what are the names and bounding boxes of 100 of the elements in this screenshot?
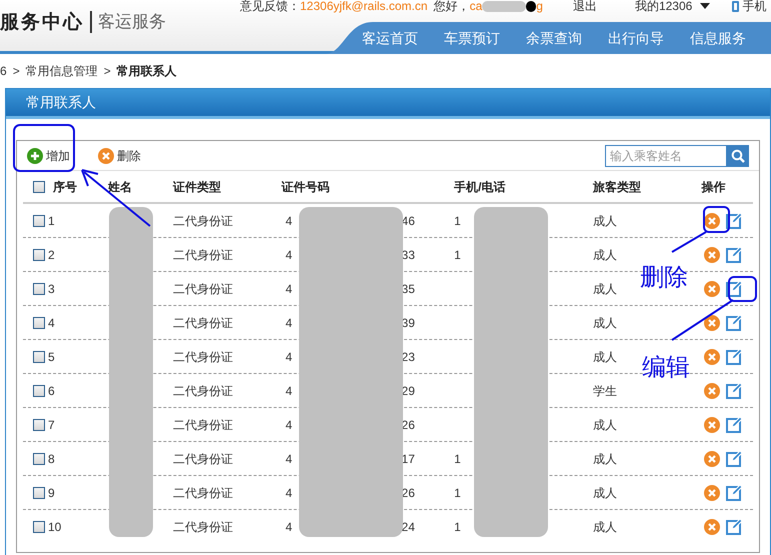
leader-line [672,231,706,253]
table-cell: 1 [454,520,461,534]
table-cell-text: 4 [284,314,294,332]
greeting-text: 您好， [434,0,470,15]
table-cell: 二代身份证 [173,384,234,398]
edit-icon [726,484,742,500]
search-button[interactable] [727,144,749,166]
edit-icon [726,519,742,535]
table-cell-text: 1 [48,212,55,230]
checkbox[interactable] [33,384,45,396]
leader-line [671,299,734,341]
edit-row-button[interactable] [726,212,742,228]
column-header: 证件类型 [173,178,222,196]
breadcrumb-link[interactable]: 常用信息管理 [26,62,98,80]
table-cell: 1 [454,214,461,228]
close-circle-icon [98,148,114,164]
table-cell: 二代身份证 [173,452,234,466]
checkbox[interactable] [33,214,45,226]
table-cell: 二代身份证 [173,282,234,296]
table-cell: 成人 [593,282,618,296]
table-cell-text: 6 [48,382,55,400]
checkbox[interactable] [33,521,45,533]
column-header: 姓名 [108,178,132,196]
edit-row-button[interactable] [726,280,742,296]
table-cell-text: 4 [284,382,294,400]
column-header: 证件号码 [282,178,330,196]
table-cell-text: 4 [284,450,294,468]
arrow-annotation [81,169,151,227]
close-circle-icon [704,382,720,398]
table-cell: 学生 [593,384,618,398]
breadcrumb-link[interactable]: 6 [0,62,7,80]
delete-row-button[interactable] [704,314,720,330]
nav-link[interactable]: 车票预订 [444,28,500,48]
nav-link[interactable]: 出行向导 [608,28,664,48]
table-cell-text: 46 [402,212,415,230]
edit-icon [726,416,742,432]
close-circle-icon [704,314,720,330]
column-header: 操作 [702,178,726,196]
annotation-label: 删除 [640,263,688,293]
logout-link[interactable]: 退出 [572,0,597,15]
table-cell-text: 4 [284,519,294,536]
close-circle-icon [704,484,720,500]
checkbox[interactable] [33,282,45,294]
table-cell: 成人 [593,418,618,432]
add-button[interactable]: 增加 [27,146,70,164]
table-cell: 成人 [593,248,618,262]
annotation-label: 编辑 [642,353,690,383]
checkbox[interactable] [33,180,45,192]
table-cell: 成人 [593,316,618,330]
edit-icon [726,382,742,398]
highlight-box [703,206,730,233]
feedback-label: 意见反馈： [240,0,300,15]
checkbox[interactable] [33,350,45,362]
table-cell: 1 [454,452,461,466]
table-cell-text: 3 [48,280,55,298]
table-cell-text: 9 [48,484,55,502]
username-text: g [536,0,543,15]
delete-row-button[interactable] [704,212,720,228]
close-circle-icon [704,450,720,466]
table-cell-text: 4 [48,314,55,332]
nav-link[interactable]: 信息服务 [690,28,746,48]
table-cell-text: 2 [48,246,55,264]
table-cell-text: 4 [284,484,294,502]
brand-subtitle: 客运服务 [90,11,166,34]
checkbox[interactable] [33,418,45,430]
table-cell: 二代身份证 [173,350,234,364]
mobile-link[interactable]: 手机 [742,0,766,15]
table-cell: 二代身份证 [173,214,234,228]
table-cell: 二代身份证 [173,418,234,432]
table-cell-text: 24 [402,519,415,536]
checkbox[interactable] [33,316,45,328]
checkbox[interactable] [33,452,45,464]
plus-icon [27,148,43,164]
username-text: ca [470,0,482,15]
search-icon [731,148,745,162]
edit-icon [726,314,742,330]
breadcrumb-current: 常用联系人 [116,63,177,80]
table-cell-text: 4 [284,212,294,230]
nav-link[interactable]: 余票查询 [526,28,582,48]
close-circle-icon [704,280,720,296]
search-field[interactable]: 输入乘客姓名 [605,144,727,166]
table-cell: 1 [454,248,461,262]
checkbox[interactable] [33,248,45,260]
nav-link[interactable]: 客运首页 [362,28,418,48]
column-header: 旅客类型 [593,178,642,196]
column-header: 序号 [53,178,77,196]
edit-icon [726,212,742,228]
checkbox[interactable] [33,486,45,498]
table-cell: 二代身份证 [173,520,234,534]
table-cell-text: 7 [48,416,55,434]
delete-button[interactable]: 删除 [98,146,141,164]
table-cell-text: 4 [284,348,294,366]
table-cell: 二代身份证 [173,486,234,500]
table-cell-text: 17 [402,450,415,468]
table-cell: 成人 [593,486,618,500]
account-menu[interactable]: 我的12306 [634,0,710,15]
table-cell: 1 [454,486,461,500]
close-circle-icon [704,348,720,364]
edit-icon [726,246,742,262]
breadcrumb-separator: > [104,63,111,80]
